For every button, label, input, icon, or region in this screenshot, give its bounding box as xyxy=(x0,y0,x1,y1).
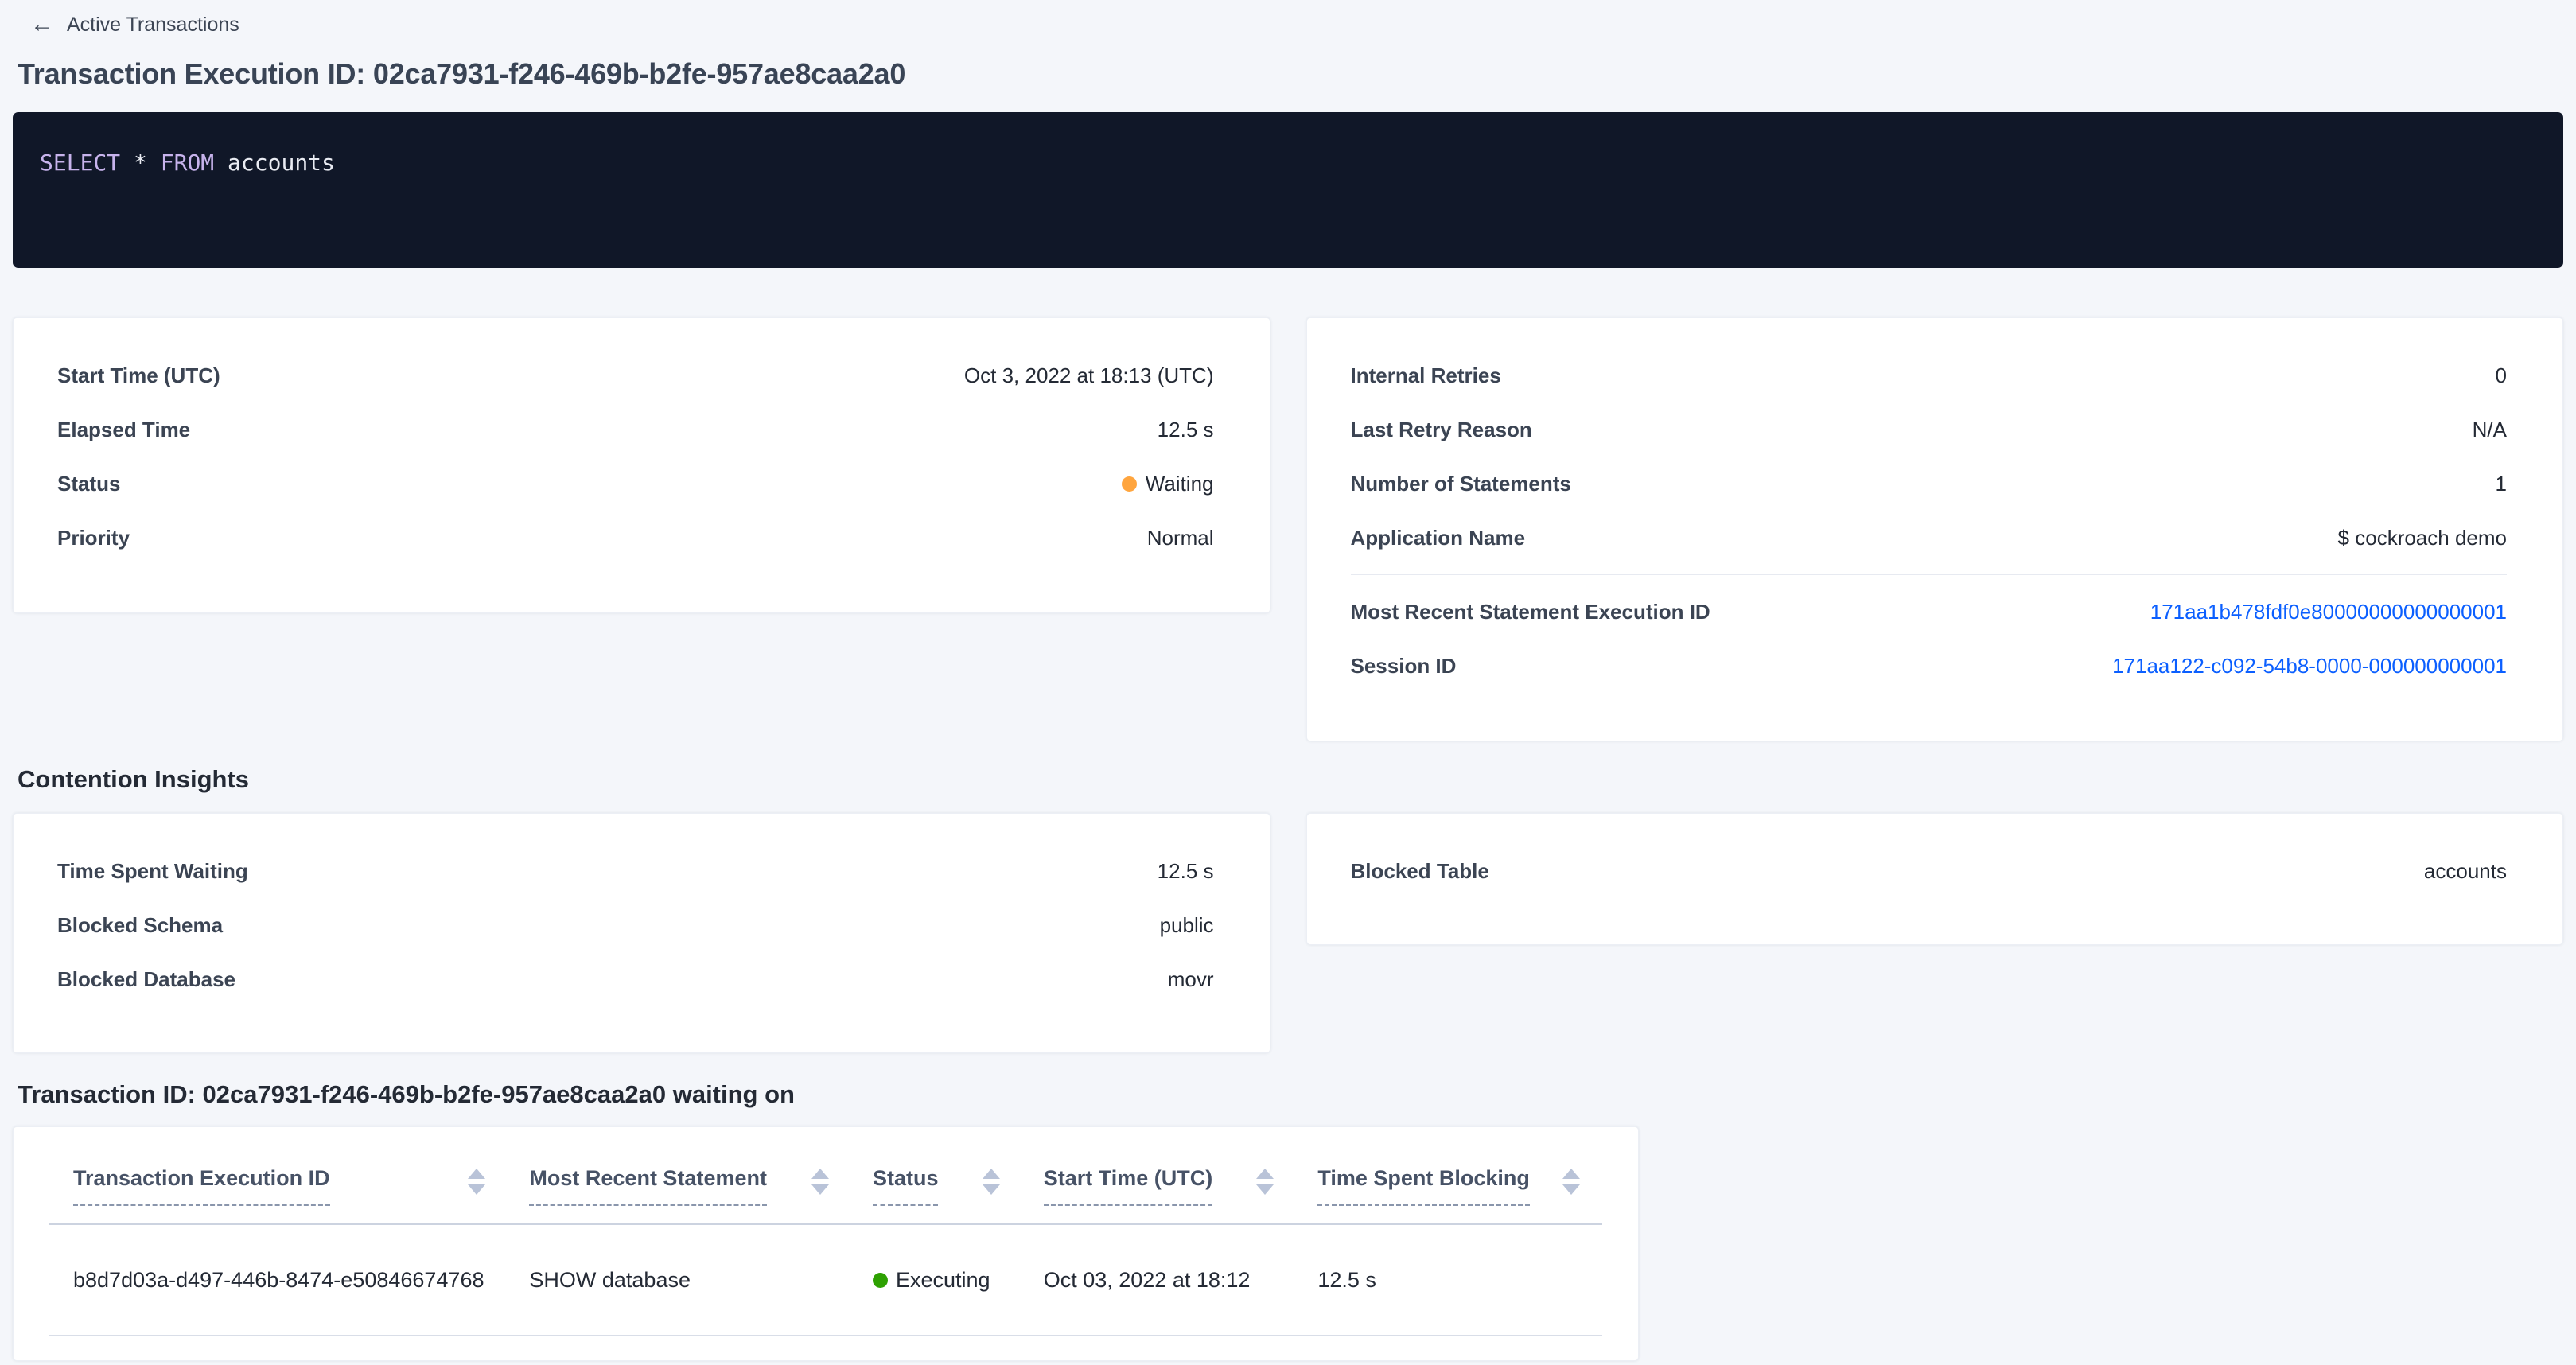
cell-most-recent-statement: SHOW database xyxy=(529,1268,873,1293)
contention-cards-row: Time Spent Waiting 12.5 s Blocked Schema… xyxy=(13,813,2563,1053)
contention-card-left: Time Spent Waiting 12.5 s Blocked Schema… xyxy=(13,813,1270,1053)
column-header-start-time[interactable]: Start Time (UTC) xyxy=(1044,1165,1318,1206)
start-time-label: Start Time (UTC) xyxy=(57,364,220,388)
sort-desc-icon[interactable] xyxy=(1562,1184,1580,1195)
page-title: Transaction Execution ID: 02ca7931-f246-… xyxy=(18,57,2563,91)
status-label: Status xyxy=(57,472,120,496)
contention-row-blocked-schema: Blocked Schema public xyxy=(57,898,1214,952)
column-header-transaction-execution-id[interactable]: Transaction Execution ID xyxy=(73,1165,529,1206)
contention-insights-heading: Contention Insights xyxy=(18,765,2563,794)
priority-value: Normal xyxy=(1147,526,1214,550)
sort-asc-icon[interactable] xyxy=(983,1169,1000,1179)
transaction-details-page: ← Active Transactions Transaction Execut… xyxy=(0,0,2576,1361)
application-name-value: $ cockroach demo xyxy=(2338,526,2507,550)
cell-time-spent-blocking: 12.5 s xyxy=(1317,1268,1602,1293)
sql-statement-box: SELECT * FROM accounts xyxy=(13,112,2563,268)
back-arrow-icon[interactable]: ← xyxy=(30,13,54,37)
summary-row-application-name: Application Name $ cockroach demo xyxy=(1351,511,2508,565)
statement-execution-id-link[interactable]: 171aa1b478fdf0e80000000000000001 xyxy=(2150,600,2507,624)
statement-execution-id-label: Most Recent Statement Execution ID xyxy=(1351,600,1710,624)
summary-row-start-time: Start Time (UTC) Oct 3, 2022 at 18:13 (U… xyxy=(57,348,1214,402)
back-link[interactable]: ← Active Transactions xyxy=(13,0,239,37)
sort-asc-icon[interactable] xyxy=(1562,1169,1580,1179)
summary-row-session-id: Session ID 171aa122-c092-54b8-0000-00000… xyxy=(1351,639,2508,693)
blocked-schema-label: Blocked Schema xyxy=(57,913,223,938)
sort-icon[interactable] xyxy=(811,1165,829,1195)
last-retry-reason-value: N/A xyxy=(2473,418,2507,442)
cell-transaction-execution-id: b8d7d03a-d497-446b-8474-e50846674768 xyxy=(73,1268,529,1293)
sort-icon[interactable] xyxy=(1256,1165,1274,1195)
summary-row-internal-retries: Internal Retries 0 xyxy=(1351,348,2508,402)
sort-asc-icon[interactable] xyxy=(1256,1169,1274,1179)
elapsed-time-label: Elapsed Time xyxy=(57,418,190,442)
status-badge: Waiting xyxy=(1122,472,1214,496)
blocked-database-label: Blocked Database xyxy=(57,967,235,992)
sql-table-name: accounts xyxy=(228,150,335,176)
waiting-status-dot-icon xyxy=(1122,476,1137,492)
sort-icon[interactable] xyxy=(1562,1165,1580,1195)
sql-keyword-from: FROM xyxy=(161,150,214,176)
statement-count-value: 1 xyxy=(2496,472,2507,496)
table-row: b8d7d03a-d497-446b-8474-e50846674768 SHO… xyxy=(49,1225,1602,1336)
start-time-value: Oct 3, 2022 at 18:13 (UTC) xyxy=(964,364,1214,388)
summary-row-statement-execution-id: Most Recent Statement Execution ID 171aa… xyxy=(1351,585,2508,639)
waiting-transactions-table-card: Transaction Execution ID Most Recent Sta… xyxy=(13,1126,1639,1361)
sort-desc-icon[interactable] xyxy=(1256,1184,1274,1195)
column-header-label[interactable]: Status xyxy=(873,1165,939,1206)
back-link-label[interactable]: Active Transactions xyxy=(67,14,239,37)
sort-icon[interactable] xyxy=(983,1165,1000,1195)
summary-card-left: Start Time (UTC) Oct 3, 2022 at 18:13 (U… xyxy=(13,317,1270,613)
contention-row-time-spent-waiting: Time Spent Waiting 12.5 s xyxy=(57,844,1214,898)
blocked-table-value: accounts xyxy=(2424,859,2507,884)
time-spent-waiting-value: 12.5 s xyxy=(1158,859,1214,884)
contention-row-blocked-database: Blocked Database movr xyxy=(57,952,1214,1006)
application-name-label: Application Name xyxy=(1351,526,1526,550)
column-header-most-recent-statement[interactable]: Most Recent Statement xyxy=(529,1165,873,1206)
time-spent-waiting-label: Time Spent Waiting xyxy=(57,859,248,884)
cell-status: Executing xyxy=(873,1268,1044,1293)
executing-status-dot-icon xyxy=(873,1273,888,1288)
elapsed-time-value: 12.5 s xyxy=(1158,418,1214,442)
blocked-schema-value: public xyxy=(1160,913,1214,938)
sort-desc-icon[interactable] xyxy=(983,1184,1000,1195)
card-divider xyxy=(1351,574,2508,575)
contention-card-right: Blocked Table accounts xyxy=(1306,813,2564,945)
cell-status-text: Executing xyxy=(896,1268,990,1293)
summary-row-status: Status Waiting xyxy=(57,457,1214,511)
summary-cards-row: Start Time (UTC) Oct 3, 2022 at 18:13 (U… xyxy=(13,317,2563,741)
column-header-time-spent-blocking[interactable]: Time Spent Blocking xyxy=(1317,1165,1602,1206)
internal-retries-label: Internal Retries xyxy=(1351,364,1501,388)
cell-start-time: Oct 03, 2022 at 18:12 xyxy=(1044,1268,1318,1293)
column-header-label[interactable]: Time Spent Blocking xyxy=(1317,1165,1530,1206)
blocked-database-value: movr xyxy=(1168,967,1214,992)
column-header-label[interactable]: Transaction Execution ID xyxy=(73,1165,330,1206)
summary-row-elapsed-time: Elapsed Time 12.5 s xyxy=(57,402,1214,457)
sort-desc-icon[interactable] xyxy=(811,1184,829,1195)
summary-card-right: Internal Retries 0 Last Retry Reason N/A… xyxy=(1306,317,2564,741)
summary-row-priority: Priority Normal xyxy=(57,511,1214,565)
column-header-label[interactable]: Start Time (UTC) xyxy=(1044,1165,1213,1206)
status-value-text: Waiting xyxy=(1146,472,1214,496)
column-header-label[interactable]: Most Recent Statement xyxy=(529,1165,767,1206)
last-retry-reason-label: Last Retry Reason xyxy=(1351,418,1532,442)
blocked-table-label: Blocked Table xyxy=(1351,859,1489,884)
statement-count-label: Number of Statements xyxy=(1351,472,1571,496)
sort-asc-icon[interactable] xyxy=(468,1169,485,1179)
internal-retries-value: 0 xyxy=(2496,364,2507,388)
session-id-label: Session ID xyxy=(1351,654,1457,679)
sql-keyword-select: SELECT xyxy=(40,150,120,176)
summary-row-last-retry-reason: Last Retry Reason N/A xyxy=(1351,402,2508,457)
column-header-status[interactable]: Status xyxy=(873,1165,1044,1206)
contention-row-blocked-table: Blocked Table accounts xyxy=(1351,844,2508,898)
summary-row-statement-count: Number of Statements 1 xyxy=(1351,457,2508,511)
sort-desc-icon[interactable] xyxy=(468,1184,485,1195)
priority-label: Priority xyxy=(57,526,130,550)
sort-asc-icon[interactable] xyxy=(811,1169,829,1179)
session-id-link[interactable]: 171aa122-c092-54b8-0000-000000000001 xyxy=(2112,654,2507,679)
waiting-on-heading: Transaction ID: 02ca7931-f246-469b-b2fe-… xyxy=(18,1080,2563,1109)
sql-star: * xyxy=(134,150,147,176)
table-header-row: Transaction Execution ID Most Recent Sta… xyxy=(49,1127,1602,1225)
sort-icon[interactable] xyxy=(468,1165,485,1195)
